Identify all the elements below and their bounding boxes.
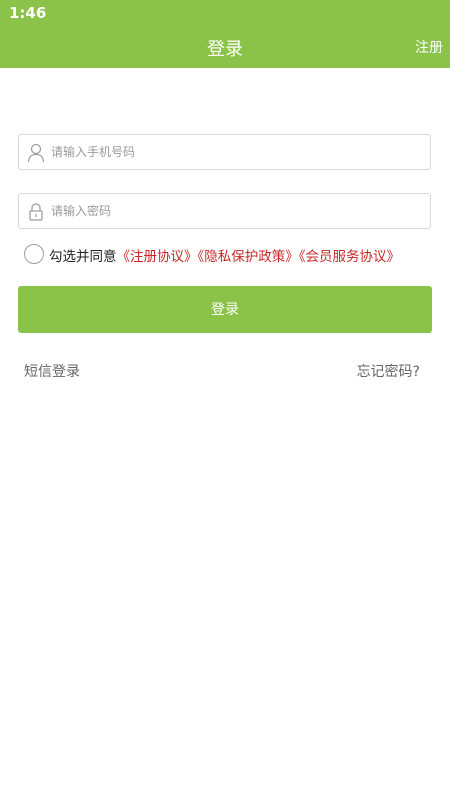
- sms-login-link[interactable]: 短信登录: [24, 361, 80, 381]
- register-link[interactable]: 注册: [415, 37, 443, 57]
- agreement-prefix: 勾选并同意: [49, 249, 117, 265]
- membership-agreement-link[interactable]: 《会员服务协议》: [299, 249, 400, 265]
- phone-input[interactable]: [51, 135, 421, 169]
- top-bar: 1:46 登录 注册: [0, 0, 450, 68]
- status-bar-time: 1:46: [9, 4, 47, 22]
- agreement-row: 勾选并同意《注册协议》《隐私保护政策》《会员服务协议》: [24, 244, 434, 266]
- agreement-text: 勾选并同意《注册协议》《隐私保护政策》《会员服务协议》: [49, 245, 400, 265]
- password-field[interactable]: [18, 193, 431, 229]
- lock-icon: [27, 202, 45, 222]
- privacy-policy-link[interactable]: 《隐私保护政策》: [198, 249, 299, 265]
- password-input[interactable]: [51, 194, 421, 228]
- forgot-password-link[interactable]: 忘记密码?: [357, 361, 420, 381]
- phone-field[interactable]: [18, 134, 431, 170]
- login-button[interactable]: 登录: [18, 286, 432, 333]
- agreement-checkbox[interactable]: [24, 244, 44, 264]
- register-agreement-link[interactable]: 《注册协议》: [117, 249, 198, 265]
- page-title: 登录: [207, 39, 243, 60]
- user-icon: [27, 143, 45, 163]
